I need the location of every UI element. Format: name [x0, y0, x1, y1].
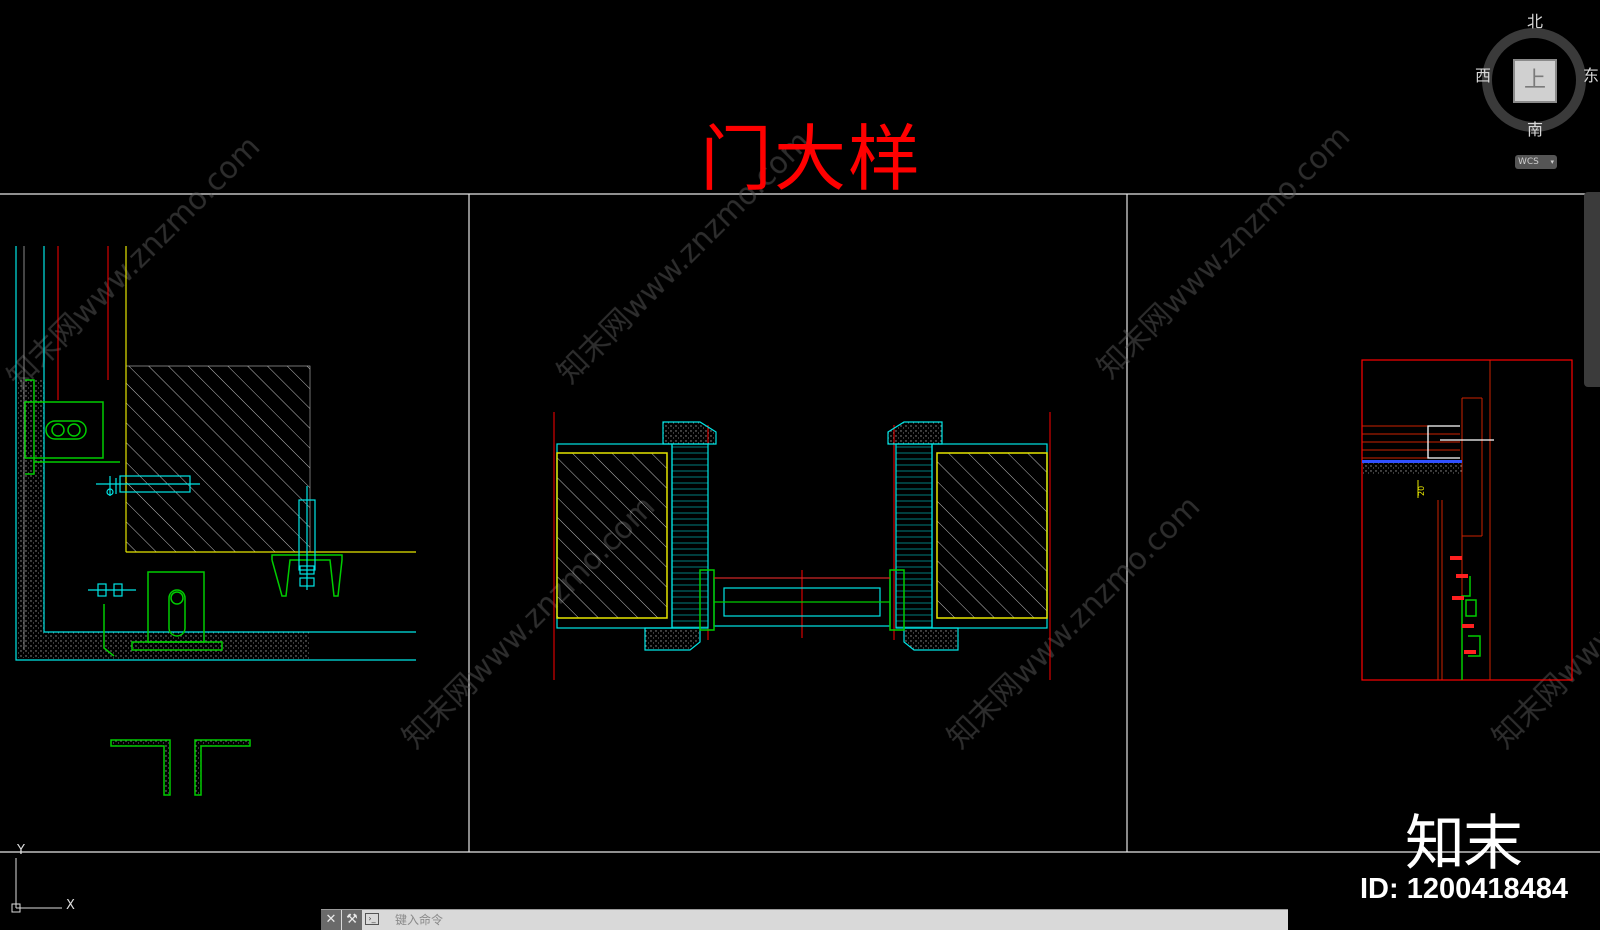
wcs-menu-button[interactable]: WCS ▾ — [1515, 155, 1557, 169]
wrench-icon[interactable]: ⚒ — [342, 910, 362, 930]
ucs-icon[interactable] — [11, 858, 62, 913]
close-icon[interactable]: ✕ — [321, 910, 341, 930]
viewcube[interactable]: 上 北 南 西 东 WCS ▾ — [1475, 12, 1600, 172]
compass-south[interactable]: 南 — [1527, 116, 1543, 140]
detail-right-frame-section[interactable]: 20 — [1361, 359, 1573, 681]
watermark-text: 知末网www.znzmo.com — [1091, 119, 1357, 385]
command-prompt-icon[interactable]: ›_ — [365, 913, 379, 925]
ucs-y-label: Y — [17, 843, 25, 858]
drawing-title: 门大样 — [700, 117, 923, 201]
wcs-label: WCS — [1518, 157, 1539, 167]
detail-center-door-section[interactable] — [553, 412, 1051, 680]
compass-west[interactable]: 西 — [1475, 62, 1491, 86]
dimension-label: 20 — [1417, 486, 1426, 496]
watermark-text: 知末网www.znzmo.com — [1, 129, 267, 395]
ucs-x-label: X — [66, 898, 75, 913]
watermark-image-id: ID: 1200418484 — [1360, 873, 1568, 905]
chevron-down-icon: ▾ — [1550, 158, 1554, 166]
watermark-text: 知末网www.znzmo.com — [1486, 489, 1600, 755]
compass-east[interactable]: 东 — [1583, 62, 1599, 86]
command-input[interactable]: 键入命令 — [381, 910, 1286, 930]
command-line: ✕ ⚒ ›_ 键入命令 — [321, 909, 1288, 930]
navigation-bar-handle[interactable] — [1584, 192, 1600, 387]
compass-north[interactable]: 北 — [1527, 8, 1543, 32]
viewcube-face-top[interactable]: 上 — [1513, 59, 1557, 103]
watermark-brand: 知末 — [1405, 809, 1523, 879]
